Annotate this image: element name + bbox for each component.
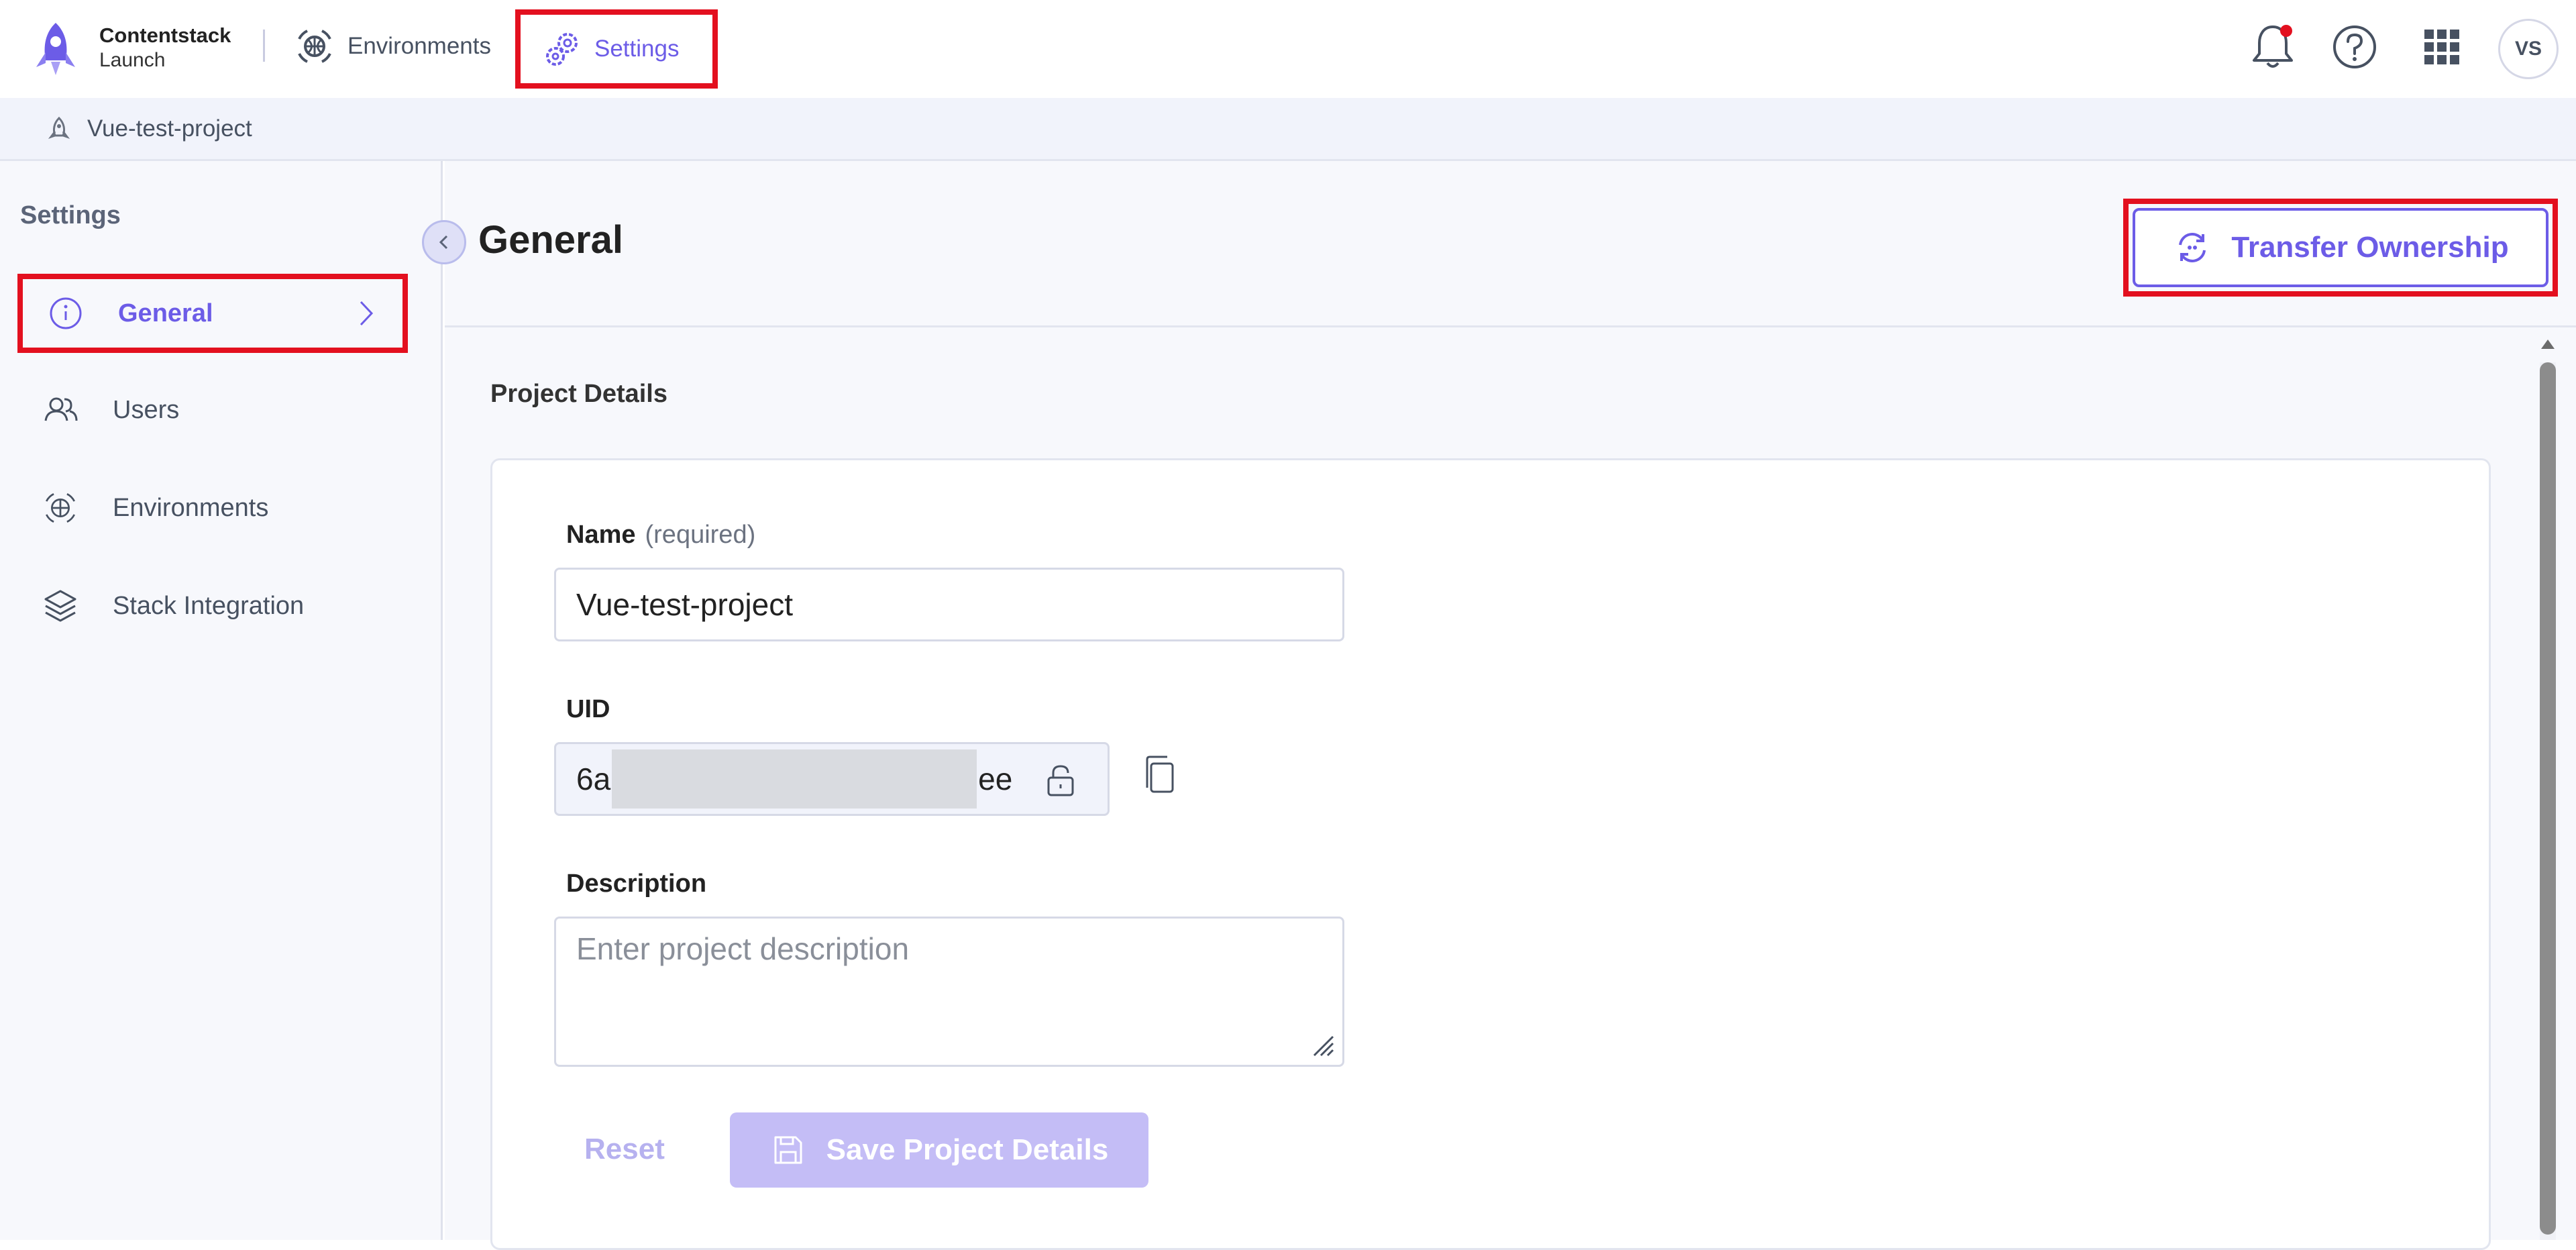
help-icon[interactable] <box>2328 20 2381 74</box>
info-icon <box>50 297 82 329</box>
page-header: General Transfer Ownership <box>422 161 2576 327</box>
project-icon <box>48 116 70 139</box>
description-textarea[interactable]: Enter project description <box>554 917 1344 1067</box>
app-grid-icon[interactable] <box>2415 20 2469 74</box>
name-input-value: Vue-test-project <box>576 587 793 622</box>
reset-button[interactable]: Reset <box>584 1133 665 1166</box>
scroll-up-arrow-icon[interactable] <box>2536 331 2560 356</box>
transfer-icon <box>2179 233 2206 262</box>
sidebar-item-users[interactable]: Users <box>17 370 408 450</box>
sidebar-item-label: Users <box>113 395 180 424</box>
settings-gears-icon <box>546 33 578 66</box>
brand-name: Contentstack <box>99 23 231 47</box>
chevron-left-icon <box>439 235 448 250</box>
nav-environments[interactable]: Environments <box>294 24 491 68</box>
collapse-sidebar-button[interactable] <box>422 220 466 264</box>
breadcrumb-project[interactable]: Vue-test-project <box>87 115 252 142</box>
sidebar-item-label: General <box>118 299 213 327</box>
transfer-ownership-label: Transfer Ownership <box>2231 231 2509 264</box>
uid-prefix: 6a <box>576 762 611 796</box>
main-content: General Transfer Ownership Project Detai… <box>422 161 2576 1250</box>
settings-sidebar: Settings General Users Environments Stac… <box>0 161 443 1240</box>
scrollbar-thumb[interactable] <box>2540 362 2556 1235</box>
uid-label: UID <box>566 695 610 723</box>
transfer-ownership-highlight: Transfer Ownership <box>2123 199 2558 297</box>
layers-icon <box>44 590 76 622</box>
save-label: Save Project Details <box>826 1133 1109 1166</box>
uid-redacted <box>612 749 977 809</box>
brand: Contentstack Launch <box>99 23 231 72</box>
section-title: Project Details <box>490 380 667 408</box>
nav-environments-label: Environments <box>347 33 491 59</box>
nav-settings[interactable]: Settings <box>515 9 718 89</box>
rocket-logo-icon[interactable] <box>25 19 86 79</box>
name-input[interactable]: Vue-test-project <box>554 568 1344 641</box>
lock-icon <box>1047 765 1074 796</box>
sidebar-item-stack-integration[interactable]: Stack Integration <box>17 566 408 645</box>
save-project-details-button[interactable]: Save Project Details <box>730 1112 1148 1188</box>
uid-field: 6a ee <box>554 742 1110 816</box>
bell-icon[interactable] <box>2246 20 2300 74</box>
description-placeholder: Enter project description <box>576 931 910 966</box>
top-bar: Contentstack Launch Environments Setting… <box>0 0 2576 98</box>
page-title: General <box>478 218 623 262</box>
chevron-right-icon <box>360 301 374 326</box>
transfer-ownership-button[interactable]: Transfer Ownership <box>2133 208 2548 287</box>
uid-suffix: ee <box>978 762 1013 796</box>
description-label: Description <box>566 870 707 898</box>
environments-icon <box>46 493 75 523</box>
nav-settings-label: Settings <box>594 36 680 62</box>
name-label: Name (required) <box>566 521 755 550</box>
name-label-text: Name <box>566 521 636 549</box>
copy-icon[interactable] <box>1138 753 1185 800</box>
resize-handle-icon[interactable] <box>1309 1031 1336 1058</box>
required-hint: (required) <box>645 521 756 549</box>
users-icon <box>44 397 78 421</box>
environments-icon <box>298 30 331 63</box>
save-icon <box>774 1136 802 1164</box>
sidebar-item-label: Environments <box>113 493 269 522</box>
sidebar-item-general[interactable]: General <box>17 274 408 353</box>
sidebar-item-environments[interactable]: Environments <box>17 468 408 548</box>
top-divider <box>263 30 265 62</box>
user-avatar[interactable]: VS <box>2498 19 2559 79</box>
sidebar-title: Settings <box>20 201 121 229</box>
sidebar-item-label: Stack Integration <box>113 591 305 620</box>
breadcrumb: Vue-test-project <box>0 98 2576 161</box>
brand-sub: Launch <box>99 49 166 71</box>
